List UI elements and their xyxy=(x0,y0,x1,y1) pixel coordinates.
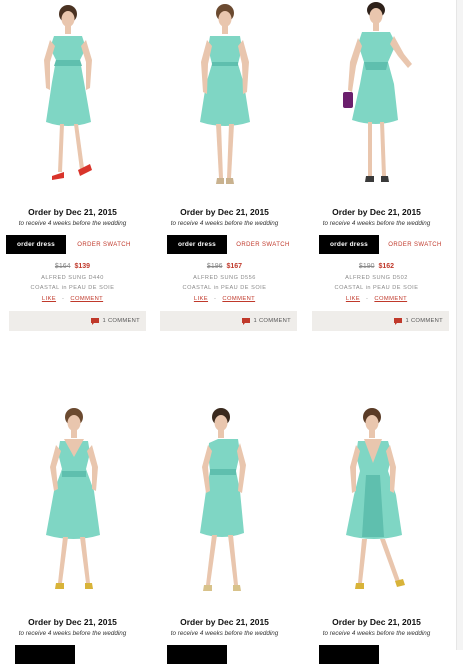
comment-count-bar[interactable]: 1 COMMENT xyxy=(160,311,297,331)
order-deadline: Order by Dec 21, 2015 xyxy=(28,617,117,627)
original-price: $196 xyxy=(206,263,223,270)
sale-price: $162 xyxy=(378,263,395,270)
order-deadline: Order by Dec 21, 2015 xyxy=(332,207,421,217)
order-deadline: Order by Dec 21, 2015 xyxy=(180,617,269,627)
price-row: $190 $162 xyxy=(304,263,449,270)
order-swatch-button[interactable]: ORDER SWATCH xyxy=(70,235,138,254)
order-dress-button[interactable]: order dress xyxy=(167,235,227,254)
comment-link[interactable]: COMMENT xyxy=(222,296,255,302)
order-deadline: Order by Dec 21, 2015 xyxy=(180,207,269,217)
comment-count-bar[interactable]: 1 COMMENT xyxy=(312,311,449,331)
product-card: Order by Dec 21, 2015 to receive 4 weeks… xyxy=(0,405,145,664)
social-links: LIKE - COMMENT xyxy=(304,296,449,302)
order-deadline: Order by Dec 21, 2015 xyxy=(332,617,421,627)
speech-bubble-icon xyxy=(393,317,402,325)
original-price: $190 xyxy=(358,263,375,270)
dress-photo[interactable] xyxy=(304,405,449,600)
delivery-note: to receive 4 weeks before the wedding xyxy=(170,630,279,637)
designer-style: ALFRED SUNG D440 xyxy=(41,275,104,281)
social-links: LIKE - COMMENT xyxy=(0,296,145,302)
sale-price: $139 xyxy=(74,263,91,270)
color-fabric: COASTAL in PEAU DE SOIE xyxy=(182,285,267,291)
speech-bubble-icon xyxy=(241,317,250,325)
comment-count: 1 COMMENT xyxy=(102,318,140,324)
page-scrollbar[interactable] xyxy=(456,0,463,650)
order-dress-button[interactable] xyxy=(15,645,75,664)
dress-photo[interactable] xyxy=(0,0,139,195)
dress-photo[interactable] xyxy=(152,0,297,195)
speech-bubble-icon xyxy=(90,317,99,325)
order-dress-button[interactable]: order dress xyxy=(319,235,379,254)
product-card: Order by Dec 21, 2015 to receive 4 weeks… xyxy=(304,0,449,340)
price-row: $164 $139 xyxy=(0,263,145,270)
color-fabric: COASTAL in PEAU DE SOIE xyxy=(334,285,419,291)
delivery-note: to receive 4 weeks before the wedding xyxy=(170,220,279,227)
link-separator: - xyxy=(366,296,369,302)
comment-count: 1 COMMENT xyxy=(253,318,291,324)
order-dress-button[interactable] xyxy=(167,645,227,664)
comment-count: 1 COMMENT xyxy=(405,318,443,324)
link-separator: - xyxy=(62,296,65,302)
delivery-note: to receive 4 weeks before the wedding xyxy=(18,220,127,227)
product-card: Order by Dec 21, 2015 to receive 4 weeks… xyxy=(152,0,297,340)
original-price: $164 xyxy=(54,263,71,270)
delivery-note: to receive 4 weeks before the wedding xyxy=(322,220,431,227)
color-fabric: COASTAL in PEAU DE SOIE xyxy=(30,285,115,291)
dress-photo[interactable] xyxy=(304,0,449,195)
sale-price: $167 xyxy=(226,263,243,270)
order-dress-button[interactable] xyxy=(319,645,379,664)
comment-count-bar[interactable]: 1 COMMENT xyxy=(9,311,146,331)
product-card: Order by Dec 21, 2015 to receive 4 weeks… xyxy=(304,405,449,664)
designer-style: ALFRED SUNG D556 xyxy=(193,275,256,281)
dress-photo[interactable] xyxy=(152,405,297,600)
delivery-note: to receive 4 weeks before the wedding xyxy=(18,630,127,637)
designer-style: ALFRED SUNG D502 xyxy=(345,275,408,281)
link-separator: - xyxy=(214,296,217,302)
comment-link[interactable]: COMMENT xyxy=(374,296,407,302)
product-card: Order by Dec 21, 2015 to receive 4 weeks… xyxy=(0,0,146,340)
dress-photo[interactable] xyxy=(0,405,145,600)
like-link[interactable]: LIKE xyxy=(346,296,360,302)
order-swatch-button[interactable]: ORDER SWATCH xyxy=(381,235,449,254)
comment-link[interactable]: COMMENT xyxy=(70,296,103,302)
product-card: Order by Dec 21, 2015 to receive 4 weeks… xyxy=(152,405,297,664)
like-link[interactable]: LIKE xyxy=(42,296,56,302)
social-links: LIKE - COMMENT xyxy=(152,296,297,302)
order-swatch-button[interactable]: ORDER SWATCH xyxy=(229,235,297,254)
like-link[interactable]: LIKE xyxy=(194,296,208,302)
order-deadline: Order by Dec 21, 2015 xyxy=(28,207,117,217)
price-row: $196 $167 xyxy=(152,263,297,270)
delivery-note: to receive 4 weeks before the wedding xyxy=(322,630,431,637)
order-dress-button[interactable]: order dress xyxy=(6,235,66,254)
